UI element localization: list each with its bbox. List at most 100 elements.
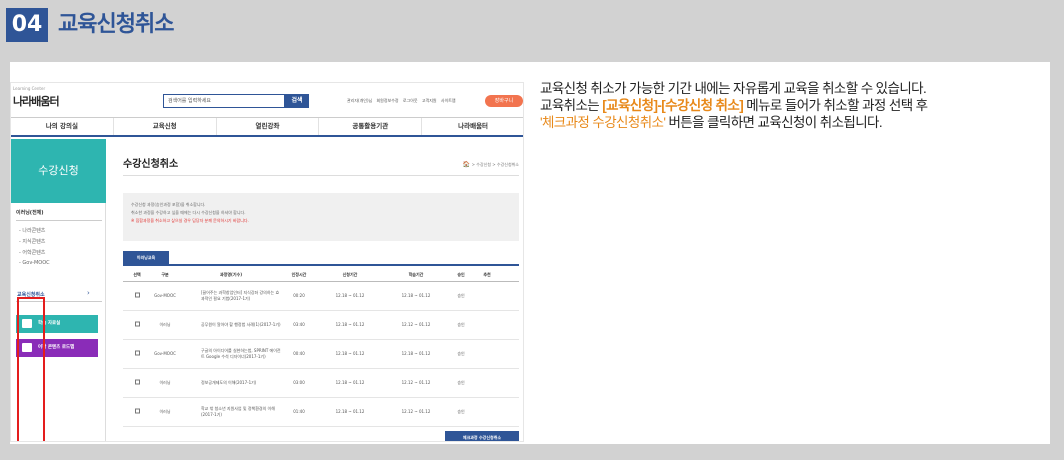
col-type: 구분 [161,272,169,277]
row-study-period: 12.12 ~ 01.12 [401,322,431,327]
row-checkbox[interactable] [134,350,140,356]
row-hours: 00:40 [293,351,305,356]
row-study-period: 12.18 ~ 01.12 [401,351,431,356]
tab-elearning[interactable]: 이러닝교육 [123,251,169,264]
search-button[interactable]: 검색 [285,94,309,108]
checkbox-column-highlight [17,297,45,441]
col-study-period: 학습기간 [408,272,424,277]
row-type: 이러닝 [159,322,171,327]
cancel-checked-courses-button[interactable]: 체크과정 수강신청취소 [445,431,519,441]
gnb-my-classroom[interactable]: 나의 강의실 [11,118,114,135]
row-approval: 승인 [457,293,465,298]
notice-line: 수강신청 과정(승인과정 포함)을 취소합니다. [131,202,206,207]
row-approval: 승인 [457,322,465,327]
row-approval: 승인 [457,351,465,356]
row-study-period: 12.12 ~ 01.12 [401,409,431,414]
col-apply-period: 신청기간 [342,272,358,277]
row-hours: 03:00 [293,380,305,385]
row-study-period: 12.18 ~ 01.12 [401,293,431,298]
row-hours: 01:40 [293,409,305,414]
sidebar-heading[interactable]: 이러닝(전체) [16,209,44,216]
table-header: 선택 구분 과정명(기수) 인정시간 신청기간 학습기간 승인 추천 [123,268,519,282]
table-row: Gov-MOOC 구글의 아이디어를 실현하는법, SPRINT 에이전트 Go… [123,340,519,369]
course-table: 선택 구분 과정명(기수) 인정시간 신청기간 학습기간 승인 추천 Gov-M… [123,268,519,427]
row-approval: 승인 [457,409,465,414]
row-checkbox[interactable] [134,408,140,414]
sidebar-item-nara[interactable]: - 나라콘텐츠 [19,227,45,234]
notice-line: 취소한 과정을 수강하고 싶을 때에는 다시 수강신청을 하셔야 합니다. [131,210,246,215]
main-content: 수강신청취소 🏠 > 수강신청 > 수강신청취소 수강신청 과정(승인과정 포함… [119,139,519,441]
row-apply-period: 12.18 ~ 01.12 [335,351,365,356]
website-screenshot: Learning Center 나라배움터 검색어를 입력하세요 검색 관리자(… [10,82,524,442]
sidebar-banner: 수강신청 [11,139,106,203]
sidebar-divider [16,220,102,221]
search-input[interactable]: 검색어를 입력하세요 [163,94,285,108]
row-apply-period: 12.18 ~ 01.12 [335,293,365,298]
row-checkbox-cell [123,321,151,329]
logo-text: 나라배움터 [13,95,60,108]
row-checkbox[interactable] [134,379,140,385]
row-study-period: 12.12 ~ 01.12 [401,380,431,385]
tab-underline [123,264,519,266]
gnb-open-course[interactable]: 열린강좌 [217,118,320,135]
row-course-name[interactable]: 공무원이 알아야 할 행정법 사례(1)(2017-1기) [181,322,281,328]
instruction-text-part: 메뉴로 들어가 취소할 과정 선택 후 [743,98,928,113]
row-hours: 03:40 [293,322,305,327]
instruction-text-part: 버튼을 클릭하면 교육신청이 취소됩니다. [665,115,883,130]
page-title: 수강신청취소 [123,159,179,170]
util-link-user[interactable]: 관리자(개인)님 [347,98,372,103]
gnb-common-org[interactable]: 공통활용기관 [319,118,423,135]
row-checkbox-cell [123,350,151,358]
gnb-narabaeumteo[interactable]: 나라배움터 [422,118,523,135]
row-course-name[interactable]: [끌어주는 과학창업인터] 지식강좌 강의하는 효과적인 필요 기법(2017-… [181,290,281,302]
util-link-edit-info[interactable]: 회원정보수정 [376,98,398,103]
utility-links: 관리자(개인)님 회원정보수정 로그아웃 고객지원 사이트맵 [347,98,459,104]
menu-path-highlight: [교육신청]-[수강신청 취소] [602,98,744,113]
row-checkbox-cell [123,379,151,387]
instruction-line-3: '체크과정 수강신청취소' 버튼을 클릭하면 교육신청이 취소됩니다. [540,114,1050,131]
table-row: Gov-MOOC [끌어주는 과학창업인터] 지식강좌 강의하는 효과적인 필요… [123,282,519,311]
home-icon[interactable]: 🏠 [463,161,470,168]
table-row: 이러닝 공무원이 알아야 할 행정법 사례(1)(2017-1기) 03:40 … [123,311,519,340]
row-checkbox-cell [123,408,151,416]
section-title: 교육신청취소 [58,12,174,37]
logo-tagline: Learning Center [13,86,46,91]
col-recommend: 추천 [483,272,491,277]
row-apply-period: 12.18 ~ 01.12 [335,322,365,327]
sidebar-item-govmooc[interactable]: - Gov-MOOC [19,260,50,266]
util-link-sitemap[interactable]: 사이트맵 [441,98,456,103]
util-link-support[interactable]: 고객지원 [422,98,437,103]
row-course-name[interactable]: 학교 밖 청소년 지원사업 및 정책환경의 이해(2017-1기) [181,406,281,418]
table-row: 이러닝 학교 밖 청소년 지원사업 및 정책환경의 이해(2017-1기) 01… [123,398,519,427]
section-number-badge: 04 [6,8,48,42]
row-course-name[interactable]: 구글의 아이디어를 실현하는법, SPRINT 에이전트 Google 수석 디… [181,348,281,360]
instruction-text: 교육신청 취소가 가능한 기간 내에는 자유롭게 교육을 취소할 수 있습니다.… [540,80,1050,131]
col-course-name: 과정명(기수) [219,272,243,277]
sidebar-item-language[interactable]: - 어학콘텐츠 [19,249,45,256]
site-logo[interactable]: Learning Center 나라배움터 [13,86,60,109]
section-header: 04 교육신청취소 [0,0,1064,46]
site-topbar: Learning Center 나라배움터 검색어를 입력하세요 검색 관리자(… [11,83,523,121]
row-type: Gov-MOOC [154,351,176,356]
gnb-apply[interactable]: 교육신청 [114,118,217,135]
row-apply-period: 12.18 ~ 01.12 [335,380,365,385]
table-row: 이러닝 정보공개제도의 이해(2017-1기) 03:00 12.18 ~ 01… [123,369,519,398]
row-checkbox[interactable] [134,292,140,298]
row-type: Gov-MOOC [154,293,176,298]
instruction-line-1: 교육신청 취소가 가능한 기간 내에는 자유롭게 교육을 취소할 수 있습니다. [540,81,927,96]
title-divider [123,175,519,176]
util-link-logout[interactable]: 로그아웃 [403,98,418,103]
instruction-text-part: 교육취소는 [540,98,603,113]
sidebar-item-knowledge[interactable]: - 지식콘텐츠 [19,238,45,245]
cart-button[interactable]: 장바구니 [485,95,523,107]
page: 04 교육신청취소 Learning Center 나라배움터 검색어를 입력하… [0,0,1064,460]
chevron-right-icon: › [87,289,90,297]
row-type: 이러닝 [159,409,171,414]
row-checkbox-cell [123,292,151,300]
global-nav: 나의 강의실 교육신청 열린강좌 공통활용기관 나라배움터 [11,117,523,137]
row-checkbox[interactable] [134,321,140,327]
col-select: 선택 [133,272,141,277]
col-approval: 승인 [457,272,465,277]
notice-box: 수강신청 과정(승인과정 포함)을 취소합니다. 취소한 과정을 수강하고 싶을… [123,193,519,241]
row-course-name[interactable]: 정보공개제도의 이해(2017-1기) [181,380,281,386]
